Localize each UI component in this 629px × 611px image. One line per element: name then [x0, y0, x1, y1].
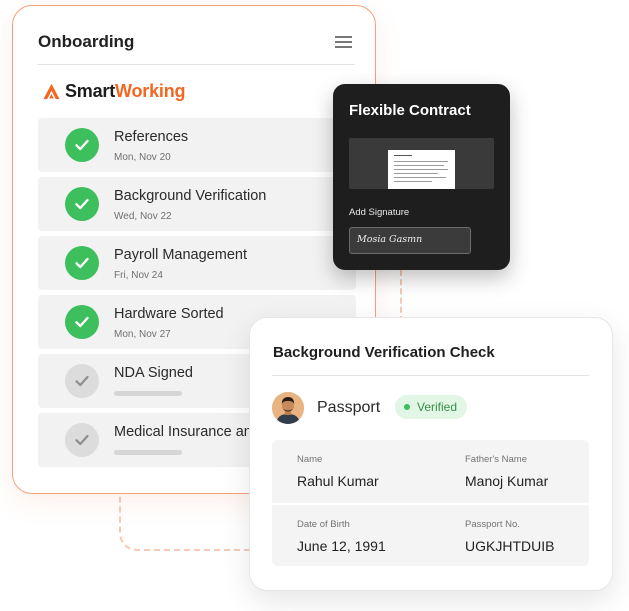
passport-no-value: UGKJHTDUIB — [465, 538, 555, 554]
placeholder-bar — [114, 391, 182, 396]
connector-line — [119, 492, 251, 551]
avatar — [272, 392, 304, 424]
step-date: Wed, Nov 22 — [114, 211, 172, 222]
dob-label: Date of Birth — [297, 519, 350, 530]
contract-title: Flexible Contract — [349, 102, 471, 119]
name-label: Name — [297, 454, 323, 465]
connector-line — [400, 270, 402, 322]
step-label: References — [114, 129, 189, 145]
step-references[interactable]: References Mon, Nov 20 — [38, 118, 356, 172]
check-circle-icon — [65, 246, 99, 280]
smartworking-logo: SmartWorking — [42, 81, 186, 102]
document-thumbnail — [388, 150, 455, 189]
step-date: Mon, Nov 27 — [114, 329, 171, 340]
status-badge: Verified — [395, 395, 468, 419]
status-dot-icon — [404, 404, 410, 410]
step-label: Background Verification — [114, 188, 267, 204]
father-name-value: Manoj Kumar — [465, 473, 549, 489]
menu-icon[interactable] — [335, 36, 352, 48]
name-value: Rahul Kumar — [297, 473, 379, 489]
step-background-verification[interactable]: Background Verification Wed, Nov 22 — [38, 177, 356, 231]
father-name-label: Father's Name — [465, 454, 528, 465]
logo-text-working: Working — [115, 81, 186, 101]
check-circle-icon — [65, 364, 99, 398]
contract-preview[interactable] — [349, 138, 494, 189]
step-date: Fri, Nov 24 — [114, 270, 163, 281]
check-circle-icon — [65, 187, 99, 221]
logo-mark-icon — [43, 83, 60, 100]
step-date: Mon, Nov 20 — [114, 152, 171, 163]
document-type: Passport — [317, 399, 381, 416]
background-verification-card: Background Verification Check Passport V… — [249, 317, 613, 591]
divider — [272, 503, 589, 505]
signature-label: Add Signature — [349, 207, 410, 218]
flexible-contract-card: Flexible Contract Add Signature Mosia Ga… — [333, 84, 510, 270]
status-text: Verified — [417, 400, 458, 414]
check-circle-icon — [65, 128, 99, 162]
details-panel: Name Rahul Kumar Father's Name Manoj Kum… — [272, 440, 589, 566]
step-label: Medical Insurance an — [114, 424, 252, 440]
logo-text-smart: Smart — [65, 81, 116, 101]
divider — [272, 375, 589, 376]
dob-value: June 12, 1991 — [297, 538, 386, 554]
step-label: NDA Signed — [114, 365, 193, 381]
step-label: Hardware Sorted — [114, 306, 224, 322]
check-circle-icon — [65, 423, 99, 457]
verification-title: Background Verification Check — [273, 344, 495, 361]
step-label: Payroll Management — [114, 247, 247, 263]
onboarding-title: Onboarding — [38, 32, 135, 51]
passport-no-label: Passport No. — [465, 519, 520, 530]
step-payroll-management[interactable]: Payroll Management Fri, Nov 24 — [38, 236, 356, 290]
check-circle-icon — [65, 305, 99, 339]
signature-field[interactable]: Mosia Gasmn — [349, 227, 471, 254]
divider — [37, 64, 355, 65]
placeholder-bar — [114, 450, 182, 455]
signature-text: Mosia Gasmn — [357, 234, 423, 245]
